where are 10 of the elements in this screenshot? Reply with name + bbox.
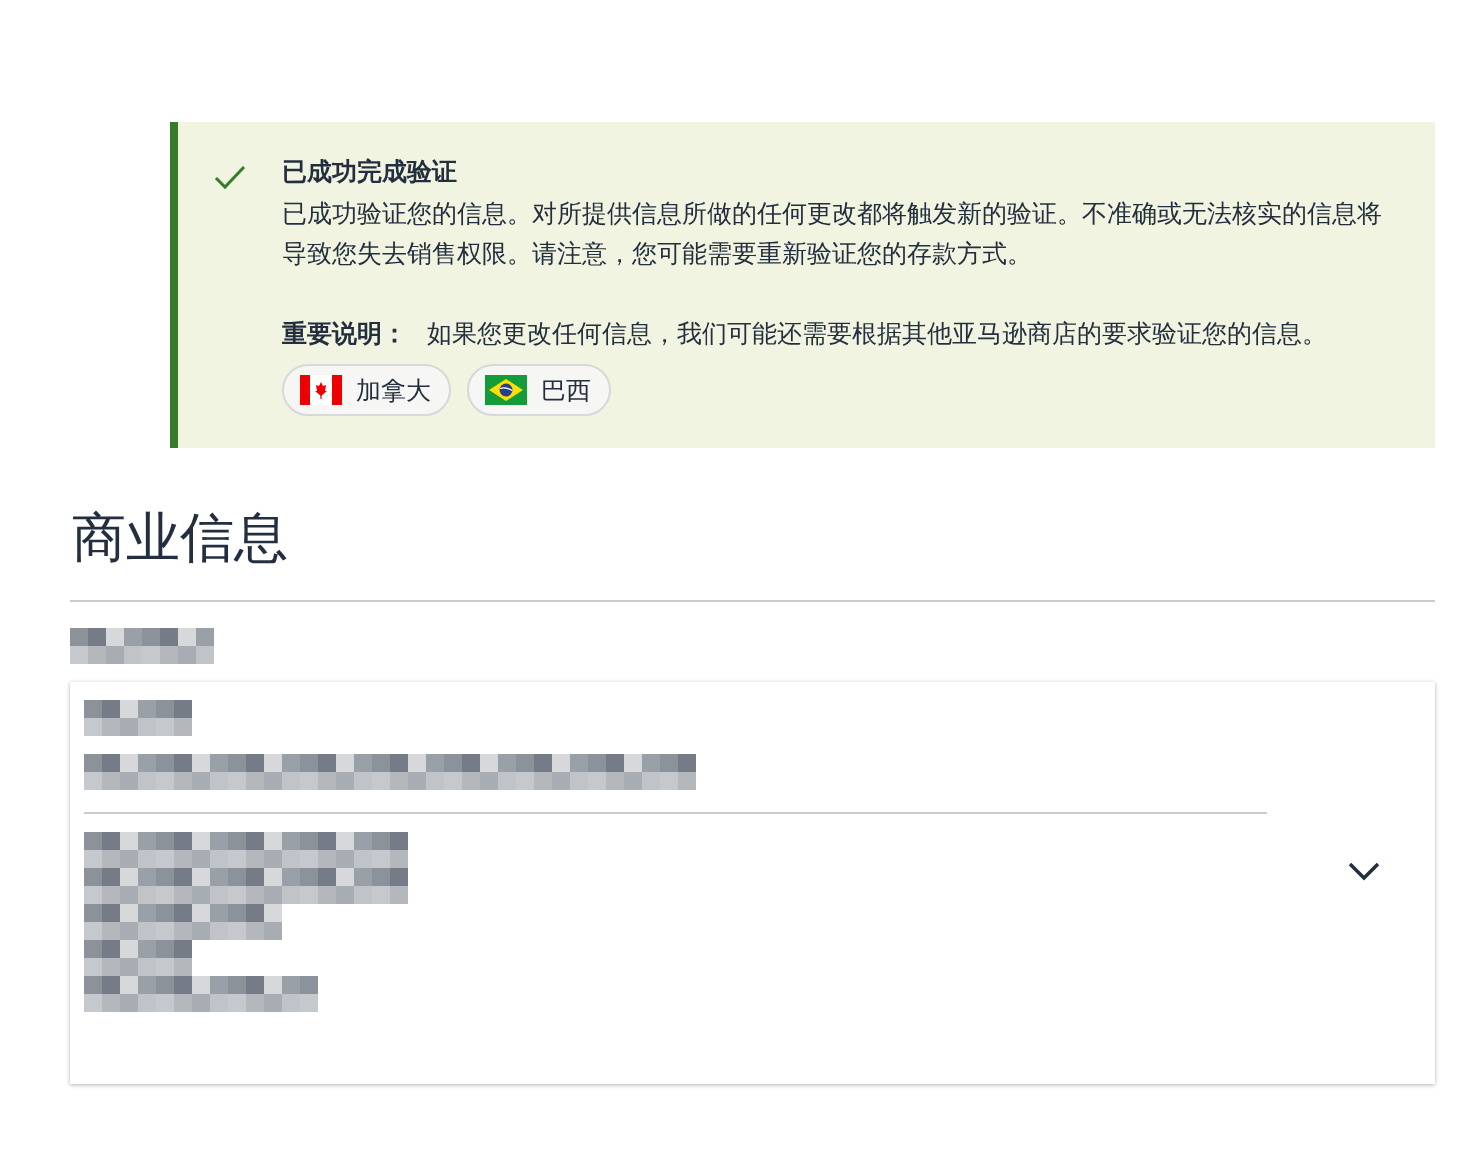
- flag-icon: [300, 375, 342, 405]
- check-icon: [214, 164, 246, 190]
- flag-icon: [485, 375, 527, 405]
- store-chip[interactable]: 加拿大: [282, 364, 451, 416]
- alert-message: 已成功验证您的信息。对所提供信息所做的任何更改都将触发新的验证。不准确或无法核实的信息将导致您失去销售权限。请注意，您可能需要重新验证您的存款方式。: [282, 198, 1383, 270]
- section-title: 商业信息: [72, 505, 289, 571]
- important-note: 重要说明： 如果您更改任何信息，我们可能还需要根据其他亚马逊商店的要求验证您的信息。: [282, 318, 1328, 350]
- alert-title: 已成功完成验证: [282, 156, 458, 188]
- store-chip[interactable]: 巴西: [467, 364, 611, 416]
- chevron-icon[interactable]: [1347, 860, 1381, 882]
